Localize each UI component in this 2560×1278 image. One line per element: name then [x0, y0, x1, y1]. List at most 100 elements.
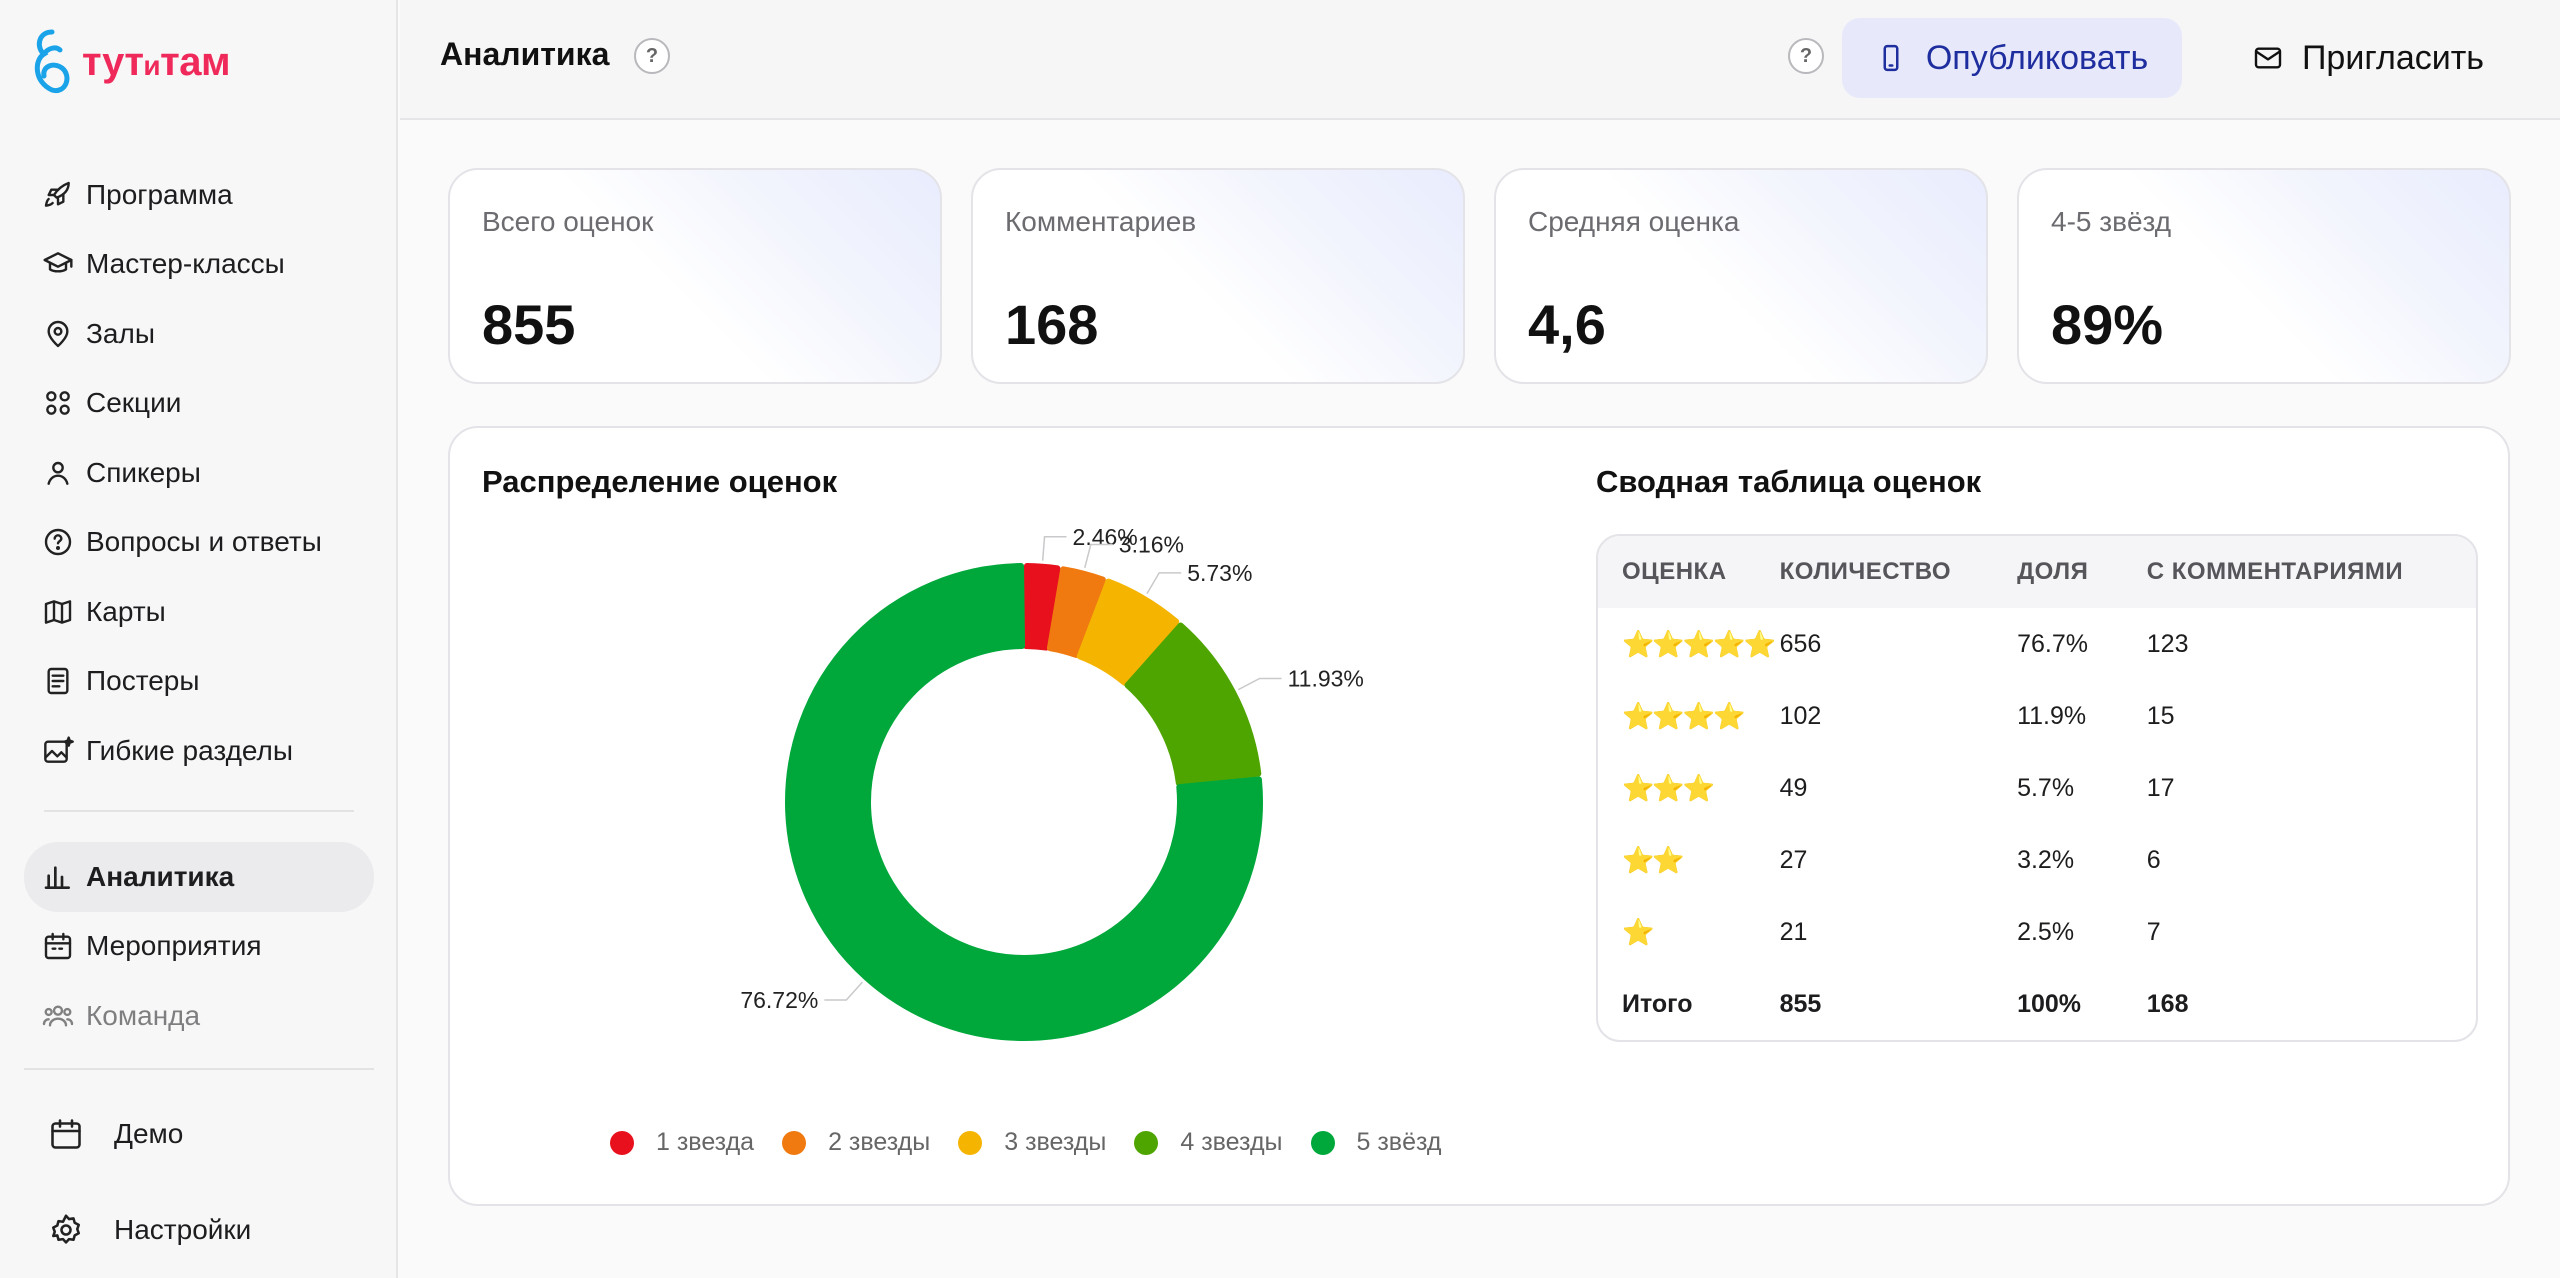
total-comments: 168 — [2146, 989, 2189, 1018]
legend-dot — [958, 1130, 983, 1155]
legend-item-1[interactable]: 1 звезда — [610, 1128, 754, 1157]
rating-stars: ⭐⭐ — [1622, 844, 1685, 875]
sidebar-bottom-divider — [24, 1068, 374, 1070]
count-cell: 49 — [1779, 773, 1808, 802]
image-sparkle-icon — [44, 736, 74, 763]
legend-item-4[interactable]: 4 звезды — [1134, 1128, 1283, 1157]
phone-icon — [1883, 44, 1899, 72]
invite-button[interactable]: Пригласить — [2218, 18, 2518, 98]
comments-cell: 15 — [2146, 701, 2175, 730]
sidebar-item-speakers[interactable]: Спикеры — [24, 438, 374, 508]
header-share: ДОЛЯ — [2017, 558, 2089, 585]
team-icon — [42, 1005, 74, 1027]
stat-value: 4,6 — [1528, 293, 1606, 356]
legend-item-5[interactable]: 5 звёзд — [1310, 1128, 1442, 1157]
stat-value: 168 — [1005, 293, 1099, 356]
stat-card-4-5-stars: 4-5 звёзд 89% — [2017, 168, 2511, 384]
rating-stars: ⭐⭐⭐⭐ — [1622, 700, 1745, 731]
slice-data-label-2: 3.16% — [1119, 532, 1184, 558]
legend-dot — [1134, 1130, 1159, 1155]
table-row: ⭐⭐ 27 3.2% 6 — [1598, 824, 2476, 896]
table-row: ⭐ 21 2.5% 7 — [1598, 896, 2476, 968]
header-rating: ОЦЕНКА — [1622, 558, 1727, 585]
rocket-icon — [44, 181, 70, 207]
header-help-icon[interactable]: ? — [1788, 38, 1824, 74]
sidebar-item-settings[interactable]: Настройки — [48, 1200, 251, 1260]
comments-cell: 7 — [2146, 917, 2161, 946]
sidebar-item-analytics[interactable]: Аналитика — [24, 842, 374, 912]
sidebar-item-program[interactable]: Программа — [24, 160, 374, 230]
sidebar-item-flexible-sections[interactable]: Гибкие разделы — [24, 716, 374, 786]
sidebar-item-faq[interactable]: Вопросы и ответы — [24, 508, 374, 578]
top-header: Аналитика ? ? Опубликовать Пригласить — [400, 0, 2560, 120]
summary-table: ОЦЕНКА КОЛИЧЕСТВО ДОЛЯ С КОММЕНТАРИЯМИ ⭐… — [1596, 534, 2478, 1042]
stat-card-average-rating: Средняя оценка 4,6 — [1494, 168, 1988, 384]
rating-stars: ⭐ — [1622, 916, 1654, 947]
sidebar: тутитам Программа Мастер-классы Залы Сек… — [0, 0, 398, 1278]
title-help-icon[interactable]: ? — [634, 38, 670, 74]
sidebar-item-sections[interactable]: Секции — [24, 369, 374, 439]
total-label: Итого — [1622, 989, 1693, 1018]
stat-label: Всего оценок — [482, 206, 654, 237]
grid-circles-icon — [46, 391, 70, 416]
share-cell: 2.5% — [2017, 917, 2075, 946]
table-row: ⭐⭐⭐⭐⭐ 656 76.7% 123 — [1598, 608, 2476, 680]
sidebar-item-posters[interactable]: Постеры — [24, 647, 374, 717]
person-icon — [47, 461, 69, 485]
legend-item-2[interactable]: 2 звезды — [782, 1128, 930, 1157]
chart-legend: 1 звезда 2 звезды 3 звезды 4 звезды 5 зв… — [610, 1128, 1442, 1157]
map-pin-icon — [47, 320, 69, 347]
count-cell: 102 — [1779, 701, 1822, 730]
total-count: 855 — [1779, 989, 1822, 1018]
table-row: ⭐⭐⭐⭐ 102 11.9% 15 — [1598, 680, 2476, 752]
sidebar-item-masterclasses[interactable]: Мастер-классы — [24, 230, 374, 300]
comments-cell: 123 — [2146, 629, 2189, 658]
bar-chart-icon — [44, 866, 70, 889]
count-cell: 656 — [1779, 629, 1822, 658]
stat-label: Средняя оценка — [1528, 206, 1740, 237]
slice-data-label-5: 76.72% — [740, 987, 818, 1013]
map-icon — [44, 599, 72, 624]
legend-dot — [1310, 1130, 1335, 1155]
brand-logo[interactable]: тутитам — [32, 28, 231, 96]
table-header: ОЦЕНКА КОЛИЧЕСТВО ДОЛЯ С КОММЕНТАРИЯМИ — [1598, 536, 2476, 608]
slice-data-label-3: 5.73% — [1187, 560, 1252, 586]
share-cell: 3.2% — [2017, 845, 2075, 874]
sidebar-divider — [44, 810, 354, 812]
count-cell: 21 — [1779, 917, 1808, 946]
stat-value: 855 — [482, 293, 576, 356]
share-cell: 5.7% — [2017, 773, 2075, 802]
publish-button[interactable]: Опубликовать — [1842, 18, 2182, 98]
sidebar-item-maps[interactable]: Карты — [24, 577, 374, 647]
comments-cell: 17 — [2146, 773, 2175, 802]
slice-data-label-4: 11.93% — [1288, 665, 1364, 691]
label-leader-line-4 — [1237, 677, 1282, 691]
question-circle-icon — [44, 529, 72, 556]
rating-stars: ⭐⭐⭐ — [1622, 772, 1715, 803]
stat-label: 4-5 звёзд — [2051, 206, 2172, 237]
table-row: ⭐⭐⭐ 49 5.7% 17 — [1598, 752, 2476, 824]
legend-item-3[interactable]: 3 звезды — [958, 1128, 1106, 1157]
count-cell: 27 — [1779, 845, 1808, 874]
label-leader-line-5 — [824, 981, 863, 1001]
sidebar-item-demo[interactable]: Демо — [48, 1104, 183, 1164]
summary-title: Сводная таблица оценок — [1596, 464, 1982, 499]
table-total-row: Итого 855 100% 168 — [1598, 968, 2476, 1040]
stat-card-total-ratings: Всего оценок 855 — [448, 168, 942, 384]
sidebar-item-events[interactable]: Мероприятия — [24, 912, 374, 982]
main-nav: Программа Мастер-классы Залы Секции Спик… — [24, 160, 374, 786]
legend-dot — [610, 1130, 634, 1155]
mail-icon — [2254, 47, 2282, 69]
sidebar-item-team[interactable]: Команда — [24, 981, 374, 1051]
header-with-comments: С КОММЕНТАРИЯМИ — [2146, 558, 2404, 585]
comments-cell: 6 — [2146, 845, 2161, 874]
poster-icon — [47, 668, 69, 695]
sidebar-item-halls[interactable]: Залы — [24, 299, 374, 369]
rating-stars: ⭐⭐⭐⭐⭐ — [1622, 628, 1776, 659]
secondary-nav: Аналитика Мероприятия Команда — [24, 842, 374, 1051]
share-cell: 76.7% — [2017, 629, 2088, 658]
graduation-cap-icon — [43, 252, 73, 273]
calendar-icon — [51, 1119, 81, 1149]
label-leader-line-1 — [1041, 536, 1067, 561]
brand-mark-icon — [34, 29, 70, 94]
